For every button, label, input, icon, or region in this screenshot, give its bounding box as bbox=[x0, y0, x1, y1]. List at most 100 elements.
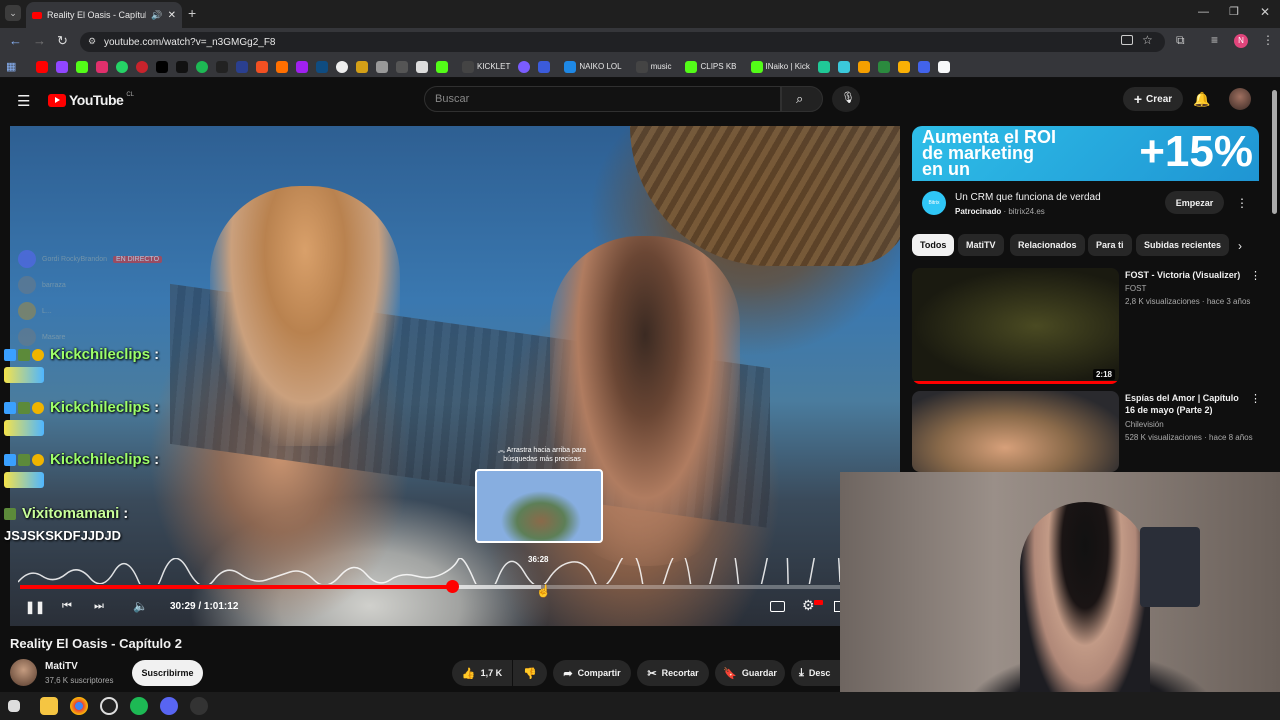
youtube-logo[interactable]: YouTube CL bbox=[48, 92, 134, 108]
clip-button[interactable]: ✂ Recortar bbox=[637, 660, 709, 686]
bookmark-music[interactable]: music bbox=[635, 60, 671, 73]
new-tab-button[interactable]: + bbox=[188, 5, 196, 21]
address-bar[interactable]: ⚙ youtube.com/watch?v=_n3GMGg2_F8 bbox=[80, 32, 1165, 52]
back-icon[interactable]: ← bbox=[9, 33, 22, 48]
ad-title[interactable]: Un CRM que funciona de verdad bbox=[955, 192, 1101, 203]
close-tab-icon[interactable]: ✕ bbox=[168, 10, 176, 21]
bookmark-icon[interactable] bbox=[256, 60, 268, 73]
bookmark-icon[interactable] bbox=[837, 60, 850, 73]
previous-button[interactable]: ⏮ bbox=[62, 600, 72, 613]
speaker-icon[interactable]: 🔊 bbox=[151, 10, 162, 21]
page-scrollbar[interactable] bbox=[1272, 90, 1277, 214]
bookmark-icon[interactable] bbox=[276, 60, 288, 73]
app-taskbar-icon[interactable] bbox=[190, 697, 208, 715]
apps-grid-icon[interactable]: ▦ bbox=[6, 61, 18, 73]
bookmark-icon[interactable] bbox=[236, 60, 248, 73]
chrome-taskbar-icon[interactable] bbox=[70, 697, 88, 715]
ad-cta-button[interactable]: Empezar bbox=[1165, 191, 1224, 214]
bookmark-star-icon[interactable]: ☆ bbox=[1142, 33, 1153, 47]
related-title[interactable]: Espías del Amor | Capítulo 16 de mayo (P… bbox=[1125, 392, 1243, 416]
ad-menu-icon[interactable]: ⋮ bbox=[1236, 196, 1248, 210]
bookmark-inaiko-kick[interactable]: INaiko | Kick bbox=[750, 60, 810, 73]
kick-bookmark-icon[interactable] bbox=[76, 60, 88, 73]
related-thumbnail[interactable]: 2:18 bbox=[912, 268, 1119, 384]
bookmark-icon[interactable] bbox=[817, 60, 830, 73]
related-menu-icon[interactable]: ⋮ bbox=[1250, 392, 1261, 405]
bookmark-icon[interactable] bbox=[937, 60, 950, 73]
channel-avatar[interactable] bbox=[10, 659, 37, 686]
minimize-icon[interactable]: — bbox=[1198, 6, 1209, 18]
bookmark-icon[interactable] bbox=[376, 60, 388, 73]
browser-tab[interactable]: Reality El Oasis - Capítulo 2 🔊 ✕ bbox=[26, 2, 182, 28]
bookmark-icon[interactable] bbox=[518, 60, 531, 73]
reload-icon[interactable]: ↻ bbox=[57, 33, 68, 49]
close-window-icon[interactable]: ✕ bbox=[1260, 5, 1270, 19]
spotify-taskbar-icon[interactable] bbox=[130, 697, 148, 715]
youtube-bookmark-icon[interactable] bbox=[36, 60, 48, 73]
pause-button[interactable]: ❚❚ bbox=[25, 600, 45, 614]
dislike-button[interactable]: 👎 bbox=[513, 660, 547, 686]
channel-name[interactable]: MatiTV bbox=[45, 661, 78, 672]
bookmark-icon[interactable] bbox=[436, 60, 448, 73]
chip-matitv[interactable]: MatiTV bbox=[958, 234, 1004, 256]
chip-para-ti[interactable]: Para ti bbox=[1088, 234, 1132, 256]
chrome-bookmark-icon[interactable] bbox=[336, 60, 348, 73]
chip-todos[interactable]: Todos bbox=[912, 234, 955, 256]
pinterest-bookmark-icon[interactable] bbox=[136, 60, 148, 73]
steam-bookmark-icon[interactable] bbox=[216, 60, 228, 73]
search-input[interactable]: Buscar bbox=[424, 86, 781, 112]
share-button[interactable]: ➦ Compartir bbox=[553, 660, 631, 686]
bookmark-icon[interactable] bbox=[538, 60, 551, 73]
subscribe-button[interactable]: Suscribirme bbox=[132, 660, 203, 686]
like-button[interactable]: 👍 1,7 K bbox=[452, 660, 512, 686]
forward-icon[interactable]: → bbox=[33, 33, 46, 48]
advertiser-logo[interactable]: Bitrix bbox=[922, 191, 946, 215]
related-channel[interactable]: FOST bbox=[1125, 283, 1146, 295]
voice-search-button[interactable]: 🎙 bbox=[832, 86, 860, 112]
x-bookmark-icon[interactable] bbox=[156, 60, 168, 73]
instagram-bookmark-icon[interactable] bbox=[96, 60, 108, 73]
whatsapp-bookmark-icon[interactable] bbox=[116, 60, 128, 73]
bookmark-icon[interactable] bbox=[356, 60, 368, 73]
chip-subidas-recientes[interactable]: Subidas recientes bbox=[1136, 234, 1230, 256]
create-button[interactable]: + Crear bbox=[1123, 87, 1183, 111]
extensions-icon[interactable]: ⧉ bbox=[1176, 33, 1185, 48]
maximize-icon[interactable]: ❐ bbox=[1229, 5, 1239, 18]
bookmark-clips-kb[interactable]: CLIPS KB bbox=[685, 60, 737, 73]
related-channel[interactable]: Chilevisión bbox=[1125, 419, 1164, 431]
search-button[interactable]: ⌕ bbox=[781, 86, 823, 112]
reading-list-icon[interactable]: ≡ bbox=[1211, 33, 1218, 47]
install-app-icon[interactable] bbox=[1121, 35, 1133, 45]
notifications-bell-icon[interactable]: 🔔 bbox=[1193, 91, 1210, 108]
bookmark-icon[interactable] bbox=[396, 60, 408, 73]
related-title[interactable]: FOST - Victoria (Visualizer) bbox=[1125, 269, 1243, 281]
next-button[interactable]: ⏭ bbox=[94, 600, 104, 613]
hamburger-menu-icon[interactable]: ☰ bbox=[17, 92, 30, 110]
bookmark-icon[interactable] bbox=[296, 60, 308, 73]
bookmark-kicklet[interactable]: KICKLET bbox=[462, 60, 510, 73]
progress-scrubber-handle[interactable] bbox=[446, 580, 459, 593]
obs-icon[interactable] bbox=[100, 697, 118, 715]
file-explorer-icon[interactable] bbox=[40, 697, 58, 715]
save-button[interactable]: 🔖 Guardar bbox=[715, 660, 785, 686]
discord-taskbar-icon[interactable] bbox=[160, 697, 178, 715]
site-info-icon[interactable]: ⚙ bbox=[88, 36, 96, 47]
bookmark-icon[interactable] bbox=[416, 60, 428, 73]
account-avatar[interactable] bbox=[1229, 88, 1251, 110]
bookmark-icon[interactable] bbox=[897, 60, 910, 73]
ad-banner[interactable]: Aumenta el ROI de marketing en un +15% bbox=[912, 126, 1259, 181]
bookmark-naiko-lol[interactable]: NAIKO LOL bbox=[564, 60, 622, 73]
profile-avatar[interactable]: N bbox=[1234, 34, 1248, 48]
chip-relacionados[interactable]: Relacionados bbox=[1010, 234, 1085, 256]
spotify-bookmark-icon[interactable] bbox=[196, 60, 208, 73]
bookmark-icon[interactable] bbox=[857, 60, 870, 73]
related-thumbnail[interactable] bbox=[912, 391, 1119, 472]
settings-gear-icon[interactable]: ⚙ bbox=[802, 597, 815, 614]
twitch-bookmark-icon[interactable] bbox=[56, 60, 68, 73]
volume-icon[interactable]: 🔈 bbox=[133, 599, 148, 613]
tab-search-button[interactable]: ⌄ bbox=[5, 5, 21, 21]
windows-start-icon[interactable] bbox=[8, 700, 20, 712]
bookmark-icon[interactable] bbox=[917, 60, 930, 73]
tiktok-bookmark-icon[interactable] bbox=[176, 60, 188, 73]
subtitles-icon[interactable] bbox=[770, 601, 785, 612]
